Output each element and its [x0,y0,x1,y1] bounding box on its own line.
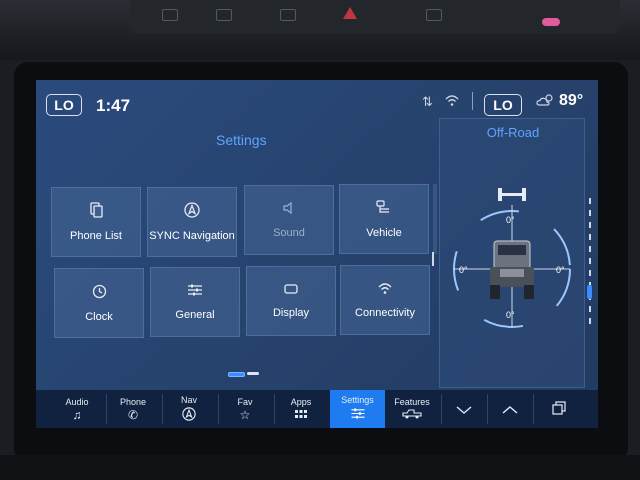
stacked-windows-icon [552,400,566,418]
panel-indicator-icon [426,9,442,21]
speaker-icon [282,201,296,219]
nav-label: Settings [341,395,374,405]
nav-label: Nav [180,394,197,405]
vehicle-settings-icon [375,199,393,219]
passenger-temp-button[interactable]: LO [484,94,522,116]
weather-cloud-sun-icon [536,93,556,110]
tile-vehicle[interactable]: Vehicle [339,184,429,254]
tile-general[interactable]: General [150,267,240,337]
nav-audio[interactable]: Audio ♫ [50,390,104,428]
nav-apps[interactable]: Apps [274,390,328,428]
page-indicator-active[interactable] [228,372,245,377]
panel-indicator-icon [216,9,232,21]
nav-label: Apps [290,396,312,407]
tile-label: Vehicle [366,227,402,239]
nav-label: Fav [237,396,253,407]
bottom-nav-bar: Audio ♫ Phone ✆ Nav Fav ☆ Apps Settings … [36,390,598,428]
panel-indicator-icon [162,9,178,21]
clock-icon [92,284,107,303]
navigation-icon [184,202,200,222]
outside-temperature: 89° [559,92,584,109]
nav-settings[interactable]: Settings [330,390,385,428]
wifi-icon [377,281,393,299]
pitch-top-value: 0° [506,215,515,225]
pitch-bottom-value: 0° [506,310,515,320]
nav-divider [533,394,534,424]
axle-icon [498,188,526,201]
recent-apps-button[interactable] [536,390,582,428]
tile-label: General [175,309,215,321]
tile-label: Clock [85,310,113,323]
nav-label: Phone [119,396,147,407]
collapse-down-button[interactable] [441,390,487,428]
infotainment-screen: LO 1:47 ⇅ LO 89° Settings Phone List SYN… [36,80,598,428]
nav-features[interactable]: Features [385,390,439,428]
tile-display[interactable]: Display [246,266,336,336]
chevron-up-icon [502,402,518,417]
offroad-scroll-thumb[interactable] [587,285,592,299]
tile-sync-navigation[interactable]: SYNC Navigation [147,187,237,257]
nav-label: Audio [65,396,89,407]
expand-up-button[interactable] [487,390,533,428]
chevron-down-icon [456,402,472,417]
page-indicator[interactable] [247,372,259,375]
tile-label: Connectivity [355,307,415,319]
hazard-control-panel [130,0,620,34]
tile-phone-list[interactable]: Phone List [51,187,141,257]
offroad-panel[interactable]: Off-Road 0° 0° 0° 0° [439,118,585,388]
panel-indicator-icon [280,9,296,21]
star-icon: ☆ [239,407,251,422]
tile-label: Phone List [70,230,122,242]
sliders-icon [350,407,366,423]
nav-label: Features [394,396,430,407]
offroad-inclinometer [453,188,571,328]
phone-list-icon [89,202,103,222]
tile-clock[interactable]: Clock [54,268,144,338]
navigation-icon [182,406,196,424]
nav-fav[interactable]: Fav ☆ [218,390,272,428]
status-divider [472,92,473,110]
data-arrows-icon: ⇅ [422,94,433,109]
seatbelt-indicator-icon [542,18,560,26]
sliders-icon [187,283,203,301]
roll-left-value: 0° [459,265,468,275]
tile-label: SYNC Navigation [149,230,235,242]
driver-temp-button[interactable]: LO [46,94,82,116]
roll-right-value: 0° [556,265,565,275]
phone-icon: ✆ [127,407,139,422]
tile-label: Display [272,307,310,319]
next-tile-edge [433,184,437,254]
dashboard-lower-trim [0,455,640,480]
hazard-icon[interactable] [343,7,357,19]
nav-nav[interactable]: Nav [162,390,216,428]
tile-connectivity[interactable]: Connectivity [340,265,430,335]
tile-label: Sound [273,227,305,239]
clock-time: 1:47 [96,96,131,115]
apps-grid-icon [294,409,308,422]
truck-icon [402,408,422,422]
music-note-icon: ♫ [72,407,82,422]
nav-phone[interactable]: Phone ✆ [106,390,160,428]
status-bar: LO 1:47 ⇅ LO 89° [36,80,598,120]
tile-sound[interactable]: Sound [244,185,334,255]
page-title: Settings [216,132,267,148]
wifi-icon [444,93,460,110]
settings-scroll-indicator [432,252,434,266]
display-icon [283,283,299,299]
offroad-scrollbar[interactable] [589,198,591,328]
